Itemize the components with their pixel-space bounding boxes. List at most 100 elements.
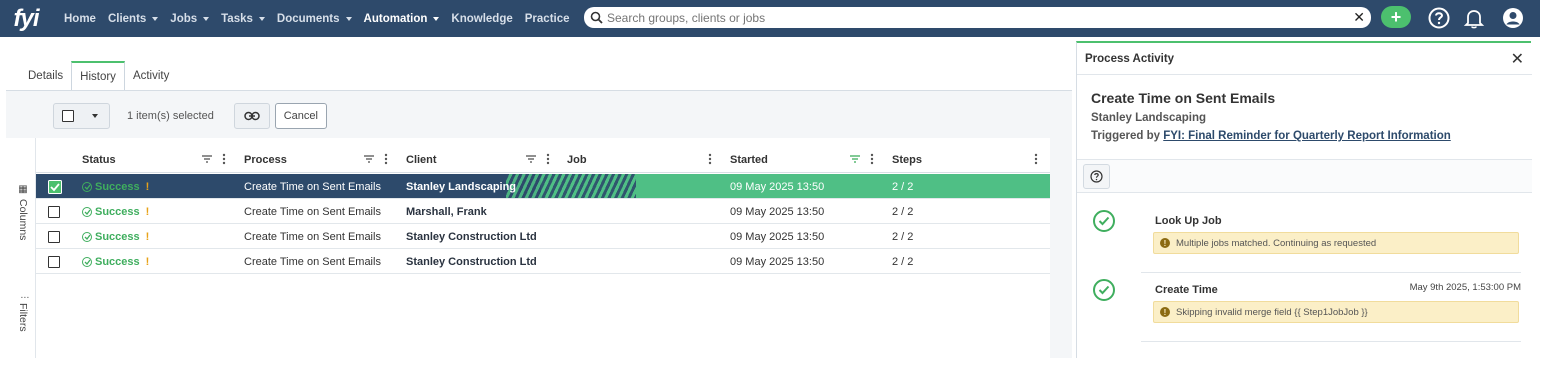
help-button[interactable] (1083, 164, 1110, 189)
nav-automation[interactable]: Automation (358, 13, 446, 25)
warning-icon: ! (145, 255, 150, 268)
step-note-text: Multiple jobs matched. Continuing as req… (1176, 237, 1377, 249)
row-checkbox-checked[interactable] (48, 179, 62, 194)
col-header-started[interactable]: Started (730, 147, 768, 173)
col-header-steps[interactable]: Steps (892, 147, 922, 173)
column-menu-icon[interactable] (707, 153, 713, 165)
nav-tasks[interactable]: Tasks (215, 13, 271, 25)
column-menu-icon[interactable] (221, 153, 227, 165)
col-process-label: Process (244, 154, 287, 166)
row-checkbox-cell (48, 224, 60, 249)
row-checkbox-cell (48, 199, 60, 224)
chevron-down-icon[interactable] (92, 114, 98, 118)
col-client-label: Client (406, 154, 437, 166)
tab-activity[interactable]: Activity (125, 70, 177, 90)
user-menu-button[interactable] (1500, 5, 1526, 31)
info-icon: ! (1160, 307, 1170, 317)
tab-details[interactable]: Details (20, 70, 71, 90)
steps-cell: 2 / 2 (892, 180, 914, 193)
nav-documents[interactable]: Documents (271, 13, 358, 25)
columns-toggle[interactable]: ▦ Columns (17, 184, 29, 240)
col-started-label: Started (730, 154, 768, 166)
search-input[interactable] (607, 10, 1354, 25)
table-row[interactable]: Success! Create Time on Sent Emails Mars… (36, 199, 1050, 224)
select-all-checkbox[interactable] (62, 110, 74, 122)
table-row[interactable]: Success! Create Time on Sent Emails Stan… (36, 249, 1050, 274)
table-row[interactable]: Success! Create Time on Sent Emails Stan… (36, 174, 1050, 199)
col-header-status[interactable]: Status (82, 147, 116, 173)
selection-count: 1 item(s) selected (127, 110, 214, 122)
col-header-process[interactable]: Process (244, 147, 287, 173)
clear-icon[interactable]: ✕ (1353, 9, 1365, 26)
status-cell: Success! (82, 224, 149, 249)
link-icon (244, 111, 260, 121)
filter-active-icon[interactable] (849, 153, 861, 165)
help-button[interactable] (1426, 5, 1452, 31)
steps-cell: 2 / 2 (892, 205, 914, 218)
tab-history-label: History (80, 71, 116, 83)
triggered-by: Triggered by FYI: Final Reminder for Qua… (1091, 130, 1451, 142)
nav-jobs[interactable]: Jobs (164, 13, 215, 25)
row-checkbox-cell (48, 249, 60, 274)
link-button[interactable] (233, 103, 270, 129)
table-row[interactable]: Success! Create Time on Sent Emails Stan… (36, 224, 1050, 249)
tab-history[interactable]: History (71, 61, 125, 91)
client-cell: Stanley Landscaping (406, 180, 517, 193)
filter-icon[interactable] (363, 153, 375, 165)
bulk-select-dropdown[interactable] (53, 103, 110, 129)
status-cell: Success! (82, 174, 149, 199)
status-text: Success (95, 255, 140, 268)
column-menu-icon[interactable] (1033, 153, 1039, 165)
warning-icon: ! (145, 205, 150, 218)
col-status-label: Status (82, 154, 116, 166)
status-text: Success (95, 205, 140, 218)
process-client: Stanley Landscaping (1091, 112, 1207, 124)
row-checkbox[interactable] (48, 205, 60, 218)
col-header-client[interactable]: Client (406, 147, 437, 173)
cancel-button[interactable]: Cancel (274, 103, 327, 129)
step-name: Look Up Job (1155, 215, 1222, 227)
col-steps-label: Steps (892, 154, 922, 166)
step-warning-note: ! Skipping invalid merge field {{ Step1Jo… (1153, 301, 1519, 323)
step-name: Create Time (1155, 284, 1218, 296)
filters-toggle[interactable]: ⫶ Filters (17, 296, 29, 331)
check-circle-icon (82, 256, 92, 267)
chevron-down-icon (258, 16, 265, 21)
notifications-button[interactable] (1461, 5, 1487, 31)
started-cell: 09 May 2025 13:50 (730, 255, 825, 268)
nav-clients[interactable]: Clients (102, 13, 164, 25)
column-menu-icon[interactable] (383, 153, 389, 165)
add-icon: + (1390, 6, 1402, 27)
close-icon[interactable]: ✕ (1511, 49, 1524, 69)
nav-knowledge[interactable]: Knowledge (445, 13, 518, 25)
steps-cell: 2 / 2 (892, 230, 914, 243)
process-activity-panel: Process Activity ✕ Create Time on Sent E… (1076, 41, 1532, 358)
status-text: Success (95, 180, 140, 193)
nav-home-label: Home (64, 12, 96, 25)
help-icon (1428, 7, 1450, 29)
nav-tasks-label: Tasks (221, 12, 253, 25)
column-menu-icon[interactable] (545, 153, 551, 165)
nav-jobs-label: Jobs (170, 12, 198, 25)
search-icon (590, 11, 603, 24)
column-menu-icon[interactable] (869, 153, 875, 165)
nav-home[interactable]: Home (58, 13, 102, 25)
user-icon (1503, 8, 1523, 28)
row-checkbox[interactable] (48, 230, 60, 243)
record-tabs: Details History Activity (20, 58, 177, 91)
col-header-job[interactable]: Job (567, 147, 587, 173)
row-checkbox[interactable] (48, 255, 60, 268)
triggered-by-link[interactable]: FYI: Final Reminder for Quarterly Report… (1163, 130, 1451, 142)
tab-activity-label: Activity (132, 70, 170, 82)
check-circle-icon (1093, 210, 1115, 232)
step-divider (1141, 272, 1521, 273)
filter-icon[interactable] (525, 153, 537, 165)
nav-practice[interactable]: Practice (519, 13, 576, 25)
add-button[interactable]: + (1381, 6, 1411, 28)
check-circle-icon (82, 181, 92, 192)
help-icon (1090, 170, 1103, 183)
grid-header: Status Process Client Job Started Steps (36, 147, 1050, 173)
fyi-logo[interactable]: fyi (0, 0, 52, 37)
filter-icon[interactable] (201, 153, 213, 165)
step-note-text: Skipping invalid merge field {{ Step1Job… (1176, 306, 1368, 318)
